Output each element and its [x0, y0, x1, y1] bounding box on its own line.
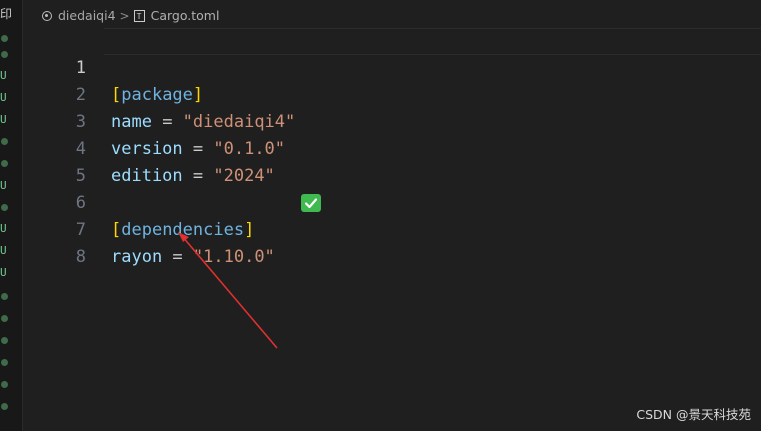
annotation-arrow — [178, 232, 278, 349]
arrow-head — [178, 232, 189, 242]
arrow-shaft — [181, 235, 278, 349]
watermark: CSDN @景天科技苑 — [636, 407, 751, 422]
